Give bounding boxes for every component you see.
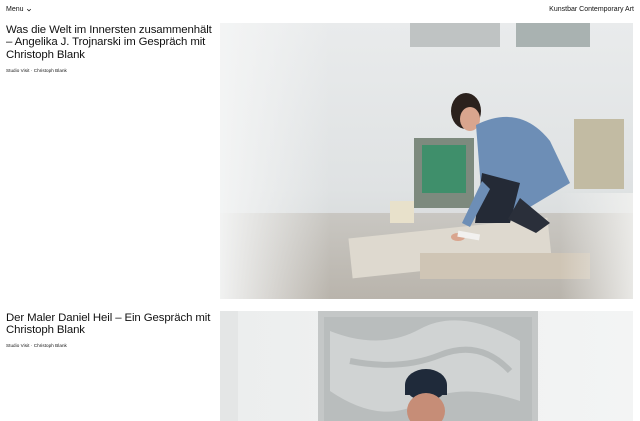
article-card: Der Maler Daniel Heil – Ein Gespräch mit…: [0, 310, 640, 421]
menu-button[interactable]: Menu: [6, 6, 32, 13]
article-meta: Studio Visit · Christoph Blank: [6, 68, 67, 73]
artist-studio-photo: [220, 23, 633, 299]
site-brand-link[interactable]: Kunstbar Contemporary Art: [549, 6, 634, 13]
article-image-link[interactable]: [220, 23, 633, 299]
menu-label: Menu: [6, 6, 24, 13]
site-header: Menu Kunstbar Contemporary Art: [0, 0, 640, 20]
article-title-link[interactable]: Der Maler Daniel Heil – Ein Gespräch mit…: [6, 312, 212, 337]
article-title-link[interactable]: Was die Welt im Innersten zusammenhält –…: [6, 24, 212, 61]
article-meta: Studio Visit · Christoph Blank: [6, 343, 67, 348]
chevron-down-icon: [26, 8, 31, 11]
article-image-link[interactable]: [220, 311, 633, 421]
article-card: Was die Welt im Innersten zusammenhält –…: [0, 22, 640, 300]
painter-portrait-photo: [220, 311, 633, 421]
